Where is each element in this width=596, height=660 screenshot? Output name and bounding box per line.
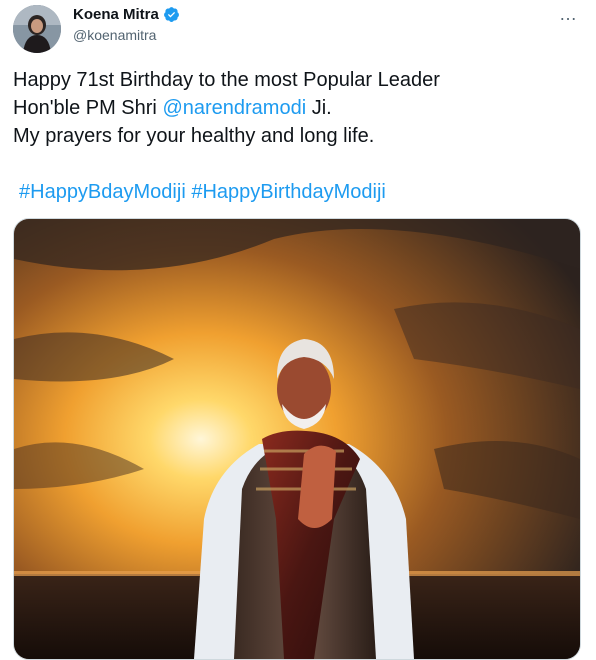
tweet-line-1: Happy 71st Birthday to the most Popular …: [13, 69, 440, 91]
hashtags: #HappyBdayModiji #HappyBirthdayModiji: [19, 178, 386, 206]
tweet-line-3: My prayers for your healthy and long lif…: [13, 125, 375, 147]
tweet-line-2: Hon'ble PM Shri @narendramodi Ji.: [13, 94, 573, 122]
author-name-row[interactable]: Koena Mitra: [73, 6, 180, 23]
verified-badge-icon: [163, 6, 180, 23]
tweet-line-2-suffix: Ji.: [306, 97, 332, 119]
tweet-text: Happy 71st Birthday to the most Popular …: [13, 66, 573, 150]
author-display-name[interactable]: Koena Mitra: [73, 6, 159, 23]
hashtag-link-2[interactable]: #HappyBirthdayModiji: [191, 181, 386, 203]
author-handle[interactable]: @koenamitra: [73, 27, 156, 43]
mention-link[interactable]: @narendramodi: [162, 97, 306, 119]
tweet-media-image[interactable]: [13, 218, 581, 660]
tweet-line-2-prefix: Hon'ble PM Shri: [13, 97, 163, 119]
avatar[interactable]: [13, 5, 61, 53]
more-options-icon[interactable]: …: [559, 4, 578, 25]
hashtag-link-1[interactable]: #HappyBdayModiji: [19, 181, 186, 203]
